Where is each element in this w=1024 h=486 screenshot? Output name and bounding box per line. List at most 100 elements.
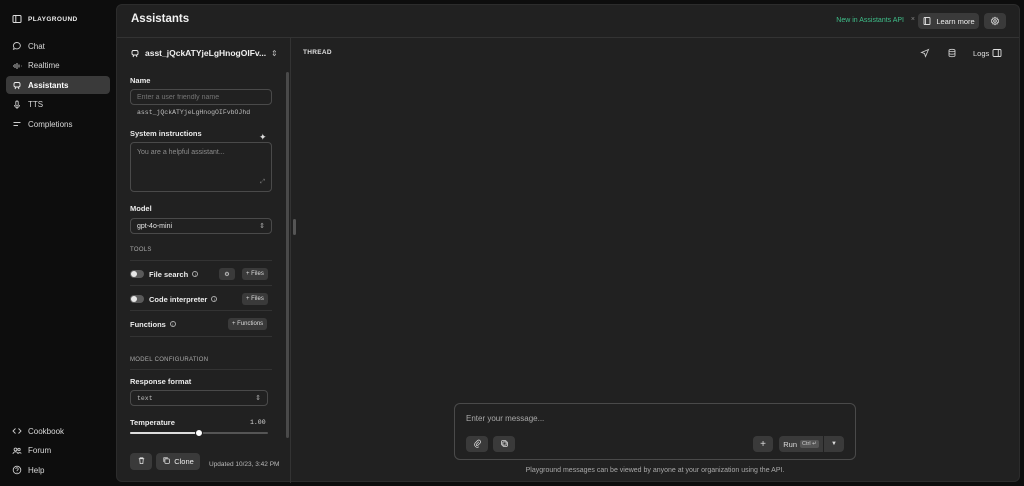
help-circle-icon	[12, 465, 22, 475]
code-interpreter-label: Code interpreter	[149, 294, 208, 304]
divider	[130, 336, 272, 337]
lines-icon	[12, 119, 22, 129]
sidebar-item-cookbook[interactable]: Cookbook	[6, 422, 110, 440]
file-search-label: File search	[149, 269, 189, 279]
info-icon[interactable]: i	[169, 321, 176, 327]
chevron-up-down-icon: ⇕	[259, 223, 265, 230]
sidebar-item-chat[interactable]: Chat	[6, 37, 110, 55]
gear-icon	[990, 16, 1000, 26]
divider	[130, 310, 272, 311]
assistant-selector[interactable]: asst_jQckATYjeLgHnogOIFv...	[130, 48, 266, 58]
system-instructions-placeholder: You are a helpful assistant...	[137, 149, 225, 156]
updated-timestamp: Updated 10/23, 3:42 PM	[209, 461, 280, 468]
sidebar-item-label: Forum	[28, 446, 52, 455]
tools-label: TOOLS	[130, 247, 152, 253]
assistant-id: asst_jQckATYjeLgHnogOIFvbOJhd	[137, 109, 251, 116]
assistant-name-input[interactable]	[130, 89, 272, 105]
temperature-value: 1.00	[250, 419, 266, 426]
learn-more-label: Learn more	[936, 16, 975, 26]
close-icon[interactable]: ×	[911, 16, 915, 23]
sidebar-panel-icon	[12, 14, 22, 24]
gear-icon: ⚙	[224, 271, 230, 278]
main-panel: Assistants New in Assistants API × Learn…	[116, 4, 1020, 483]
sidebar-bottom-nav: Cookbook Forum Help	[6, 422, 110, 481]
delete-button[interactable]	[130, 453, 152, 470]
chevron-up-down-icon: ⇕	[255, 395, 261, 402]
people-icon	[12, 446, 22, 456]
config-scrollbar[interactable]	[286, 72, 289, 438]
temperature-slider[interactable]	[130, 429, 268, 437]
sidebar-item-label: TTS	[28, 100, 44, 109]
sidebar-nav: Chat Realtime Assistants TTS Completions	[6, 37, 110, 135]
logs-label: Logs	[973, 48, 990, 58]
sidebar-item-label: Completions	[28, 119, 73, 129]
system-instructions-label: System instructions	[130, 129, 202, 138]
add-message-button[interactable]: +	[753, 436, 773, 452]
media-button[interactable]	[493, 436, 515, 452]
info-icon[interactable]: i	[192, 271, 199, 277]
settings-button[interactable]	[984, 13, 1006, 29]
send-icon[interactable]	[920, 48, 930, 60]
sidebar-item-realtime[interactable]: Realtime	[6, 57, 110, 75]
audio-wave-icon	[12, 61, 22, 71]
message-composer[interactable]: Enter your message... + Run Ctrl ↵ ▼	[454, 403, 856, 460]
clone-button[interactable]: Clone	[156, 453, 200, 470]
run-shortcut: Ctrl ↵	[800, 440, 819, 448]
chevron-up-down-icon[interactable]: ⇕	[271, 49, 278, 58]
chevron-down-icon: ▼	[831, 441, 837, 447]
file-search-toggle[interactable]	[130, 270, 144, 278]
sidebar-item-tts[interactable]: TTS	[6, 96, 110, 114]
system-instructions-input[interactable]: You are a helpful assistant... ⤢	[130, 142, 272, 192]
copy-icon	[162, 456, 171, 467]
brand[interactable]: PLAYGROUND	[12, 14, 78, 24]
divider	[130, 260, 272, 261]
name-label: Name	[130, 76, 151, 85]
new-in-assistants-link[interactable]: New in Assistants API	[836, 17, 904, 24]
book-icon	[922, 16, 932, 26]
divider	[130, 369, 272, 370]
chat-bubble-icon	[12, 41, 22, 51]
response-format-select[interactable]: text ⇕	[130, 390, 268, 406]
sidebar-item-label: Realtime	[28, 61, 60, 70]
panel-right-icon	[992, 48, 1002, 58]
model-select[interactable]: gpt-4o-mini ⇕	[130, 218, 272, 234]
file-search-settings-button[interactable]: ⚙	[219, 268, 235, 280]
microphone-icon	[12, 100, 22, 110]
add-functions-button[interactable]: + Functions	[228, 318, 268, 330]
sidebar-item-forum[interactable]: Forum	[6, 442, 110, 460]
run-options-button[interactable]: ▼	[824, 436, 844, 452]
run-label: Run	[783, 439, 798, 449]
code-interpreter-toggle[interactable]	[130, 295, 144, 303]
sidebar-item-label: Assistants	[28, 80, 69, 90]
trash-icon	[137, 456, 146, 467]
learn-more-button[interactable]: Learn more	[918, 13, 979, 29]
assistant-name: asst_jQckATYjeLgHnogOIFv...	[145, 48, 267, 58]
brand-name: PLAYGROUND	[28, 15, 78, 23]
page-title: Assistants	[131, 13, 190, 25]
code-interpreter-add-files-button[interactable]: + Files	[242, 293, 268, 305]
sidebar-item-label: Cookbook	[28, 426, 65, 436]
attach-button[interactable]	[466, 436, 488, 452]
sidebar-item-label: Help	[28, 465, 45, 475]
sidebar-item-assistants[interactable]: Assistants	[6, 76, 110, 94]
file-search-add-files-button[interactable]: + Files	[242, 268, 268, 280]
model-value: gpt-4o-mini	[137, 222, 173, 230]
app-root: PLAYGROUND Chat Realtime Assistants TTS …	[0, 0, 1024, 486]
temperature-slider-fill	[130, 432, 199, 434]
robot-icon	[12, 80, 22, 90]
panel-resize-handle[interactable]	[293, 219, 296, 235]
sidebar: PLAYGROUND Chat Realtime Assistants TTS …	[0, 0, 116, 486]
database-icon[interactable]	[947, 48, 957, 60]
sidebar-item-help[interactable]: Help	[6, 461, 110, 479]
code-icon	[12, 426, 22, 436]
playground-disclaimer: Playground messages can be viewed by any…	[525, 467, 785, 474]
logs-button[interactable]: Logs	[973, 48, 1002, 58]
temperature-label: Temperature	[130, 418, 175, 427]
robot-icon	[130, 48, 140, 58]
expand-icon[interactable]: ⤢	[260, 179, 265, 186]
sidebar-item-completions[interactable]: Completions	[6, 115, 110, 133]
message-input[interactable]: Enter your message...	[466, 414, 544, 423]
temperature-slider-thumb[interactable]	[195, 429, 203, 437]
run-button[interactable]: Run Ctrl ↵	[779, 436, 823, 452]
info-icon[interactable]: i	[211, 296, 218, 302]
